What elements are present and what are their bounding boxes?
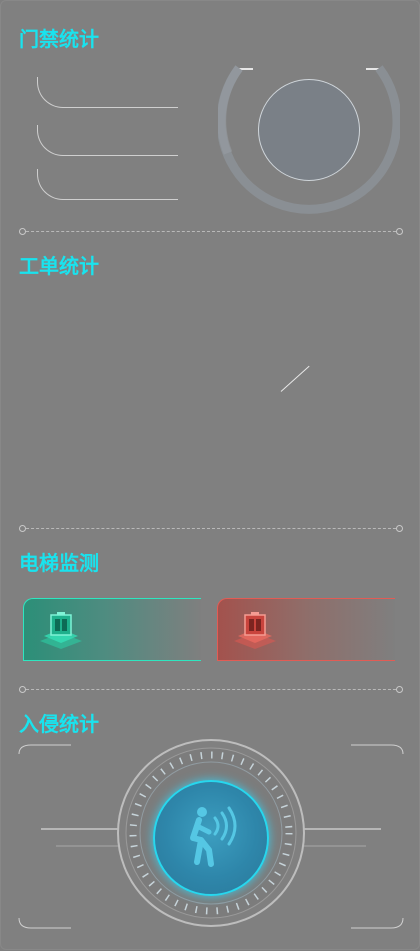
walking-person-sensor-icon xyxy=(190,806,237,867)
access-ring-center xyxy=(258,79,360,181)
access-stat-line xyxy=(37,125,178,156)
section-divider xyxy=(19,525,403,532)
access-stat-line xyxy=(37,77,178,108)
elevator-monitor-title: 电梯监测 xyxy=(19,551,99,575)
intrusion-stats-title: 入侵统计 xyxy=(19,712,99,736)
access-stat-line xyxy=(37,169,178,200)
workorder-chart-line xyxy=(280,365,310,392)
elevator-fault-card[interactable] xyxy=(217,598,395,661)
access-stats-title: 门禁统计 xyxy=(19,27,99,51)
elevator-icon xyxy=(234,612,276,649)
elevator-icon xyxy=(40,612,82,649)
dashboard-panel: 门禁统计 工单统计 电梯监测 入侵统计 xyxy=(0,0,420,950)
section-divider xyxy=(19,686,403,693)
section-divider xyxy=(19,228,403,235)
intrusion-sensor-button[interactable] xyxy=(153,780,269,896)
workorder-stats-title: 工单统计 xyxy=(19,254,99,278)
elevator-normal-card[interactable] xyxy=(23,598,201,661)
